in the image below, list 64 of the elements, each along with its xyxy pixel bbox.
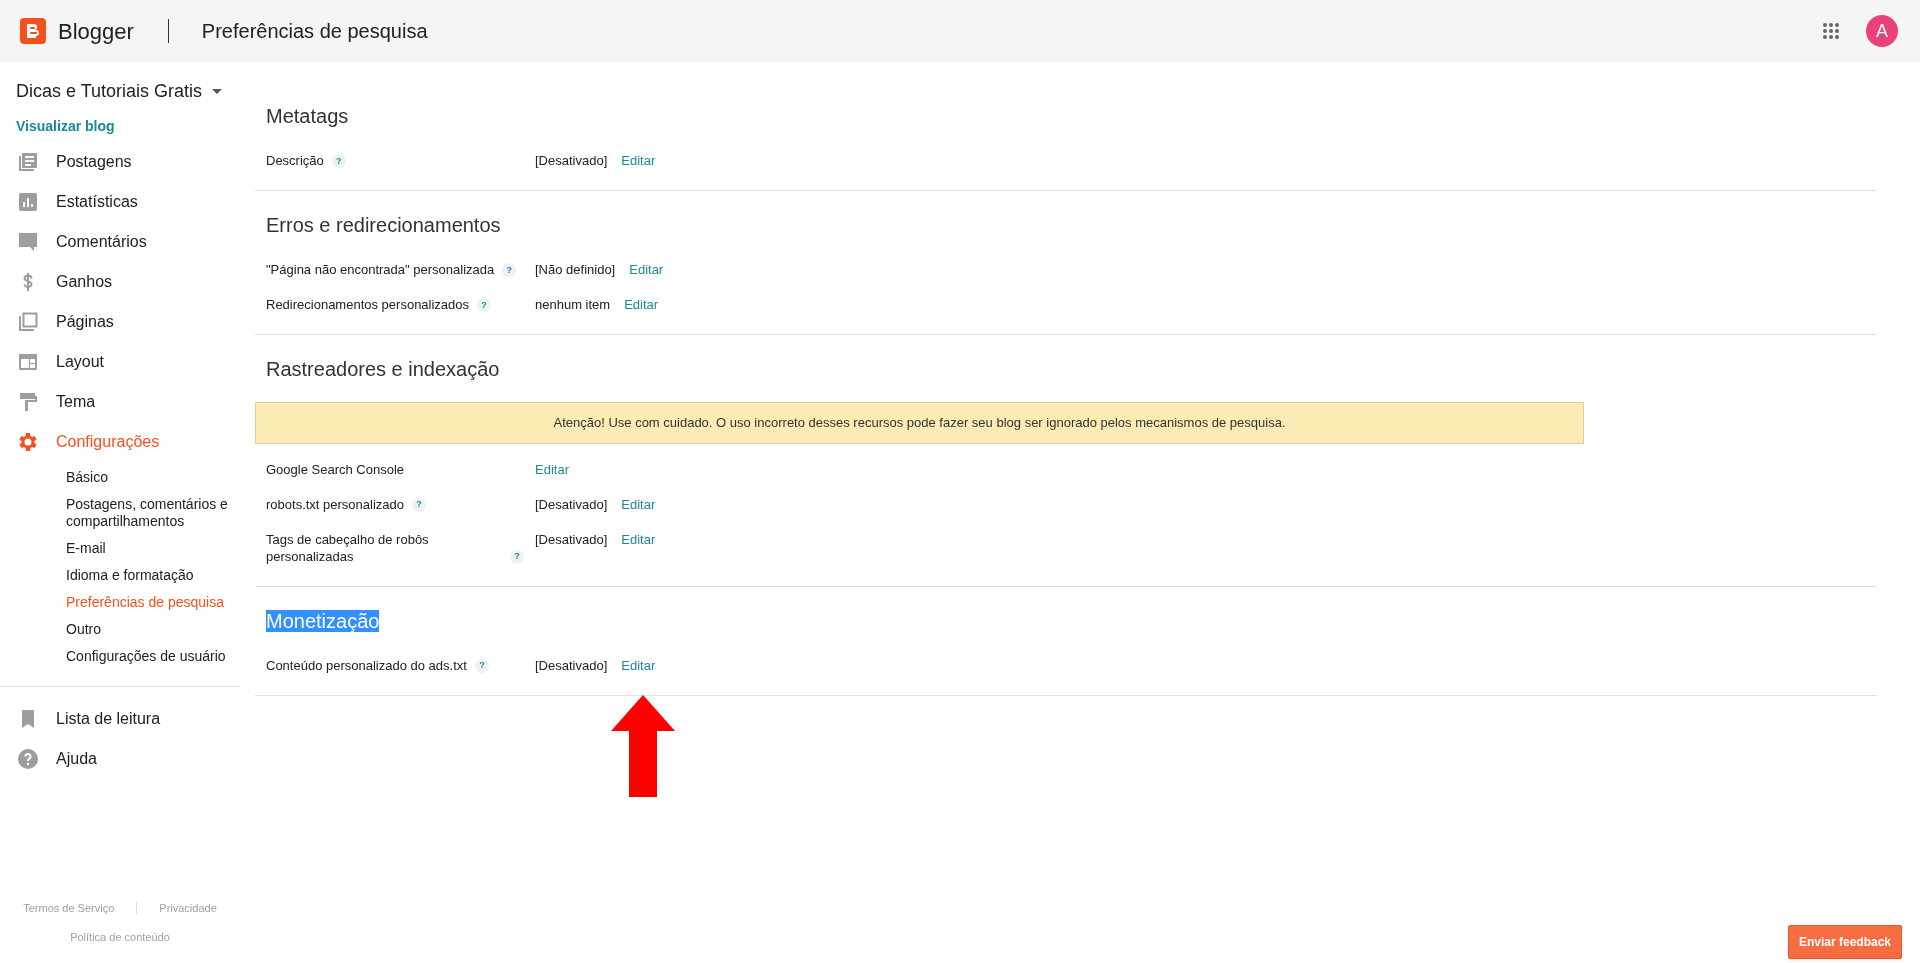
setting-label: robots.txt personalizado — [266, 495, 405, 513]
nav-item[interactable]: Lista de leitura — [0, 699, 255, 739]
help-button[interactable]: ? — [331, 154, 346, 168]
edit-link[interactable]: Editar — [621, 657, 656, 673]
setting-label: Redirecionamentos personalizados — [266, 296, 470, 313]
help-button[interactable]: ? — [502, 263, 517, 277]
help-button[interactable]: ? — [477, 298, 492, 312]
apps-grid-icon[interactable] — [1822, 22, 1840, 40]
setting-value: [Desativado] — [535, 152, 608, 169]
nav-item[interactable]: Layout — [0, 342, 255, 382]
nav-subitem[interactable]: E-mail — [66, 535, 255, 562]
dropdown-caret-icon[interactable] — [212, 89, 223, 94]
warning-banner: Atenção! Use com cuidado. O uso incorreto desses recursos pode fazer seu blog ser ignorado pelos mecanismos de pesquisa. — [255, 402, 1584, 444]
blog-name[interactable]: Dicas e Tutoriais Gratis — [16, 78, 203, 105]
setting-label: Conteúdo personalizado do ads.txt — [266, 656, 467, 674]
logo-icon — [20, 18, 46, 44]
nav-item[interactable]: Ganhos — [0, 262, 255, 302]
edit-link[interactable]: Editar — [621, 531, 656, 547]
section-title: Metatags — [266, 105, 349, 127]
nav-item[interactable]: Estatísticas — [0, 182, 255, 222]
page-title: Preferências de pesquisa — [201, 19, 428, 44]
app-name: Blogger — [58, 17, 134, 46]
section-title: Erros e redirecionamentos — [266, 214, 501, 236]
setting-value: nenhum item — [535, 296, 611, 313]
help-button[interactable]: ? — [412, 497, 427, 512]
posts-icon — [16, 150, 40, 174]
edit-link[interactable]: Editar — [624, 297, 659, 312]
nav-item[interactable]: Tema — [0, 382, 255, 422]
footer-link[interactable]: Termos de Serviço — [23, 900, 115, 917]
nav-subitem[interactable]: Configurações de usuário — [66, 643, 255, 670]
help-icon — [16, 747, 40, 771]
setting-label: Descrição — [266, 152, 324, 169]
nav-subitem[interactable]: Postagens, comentários e compartilhamentos — [66, 491, 255, 535]
setting-value: [Desativado] — [535, 656, 608, 674]
edit-link[interactable]: Editar — [535, 461, 569, 477]
footer-link[interactable]: Política de conteúdo — [70, 928, 170, 945]
nav-subitem[interactable]: Outro — [66, 616, 255, 643]
footer-link[interactable]: Privacidade — [159, 900, 217, 917]
help-button[interactable]: ? — [474, 658, 489, 673]
edit-link[interactable]: Editar — [629, 262, 664, 277]
avatar[interactable]: A — [1866, 15, 1898, 47]
nav-subitem[interactable]: Idioma e formatação — [66, 562, 255, 589]
nav-subitem[interactable]: Básico — [66, 464, 255, 491]
nav-item[interactable]: Ajuda — [0, 739, 255, 779]
pages-icon — [16, 310, 40, 334]
setting-value: [Desativado] — [535, 495, 608, 513]
section-title: Rastreadores e indexação — [266, 358, 500, 380]
nav-item[interactable]: Postagens — [0, 142, 255, 182]
nav-item[interactable]: Configurações — [0, 422, 255, 462]
feedback-button[interactable]: Enviar feedback — [1787, 925, 1902, 959]
setting-value: [Não definido] — [535, 261, 616, 278]
setting-label: Google Search Console — [266, 460, 405, 478]
edit-link[interactable]: Editar — [621, 496, 656, 512]
setting-label: "Página não encontrada" personalizada — [266, 261, 495, 278]
section-title: Monetização — [266, 609, 380, 632]
bar-chart-icon — [16, 190, 40, 214]
view-blog-link[interactable]: Visualizar blog — [16, 118, 115, 134]
nav-subitem[interactable]: Preferências de pesquisa — [66, 589, 255, 616]
nav-item[interactable]: Comentários — [0, 222, 255, 262]
nav-item[interactable]: Páginas — [0, 302, 255, 342]
setting-value: [Desativado] — [535, 530, 608, 548]
edit-link[interactable]: Editar — [621, 153, 656, 168]
help-button[interactable]: ? — [510, 549, 524, 564]
setting-label: Tags de cabeçalho de robôs personalizadas — [266, 530, 430, 565]
